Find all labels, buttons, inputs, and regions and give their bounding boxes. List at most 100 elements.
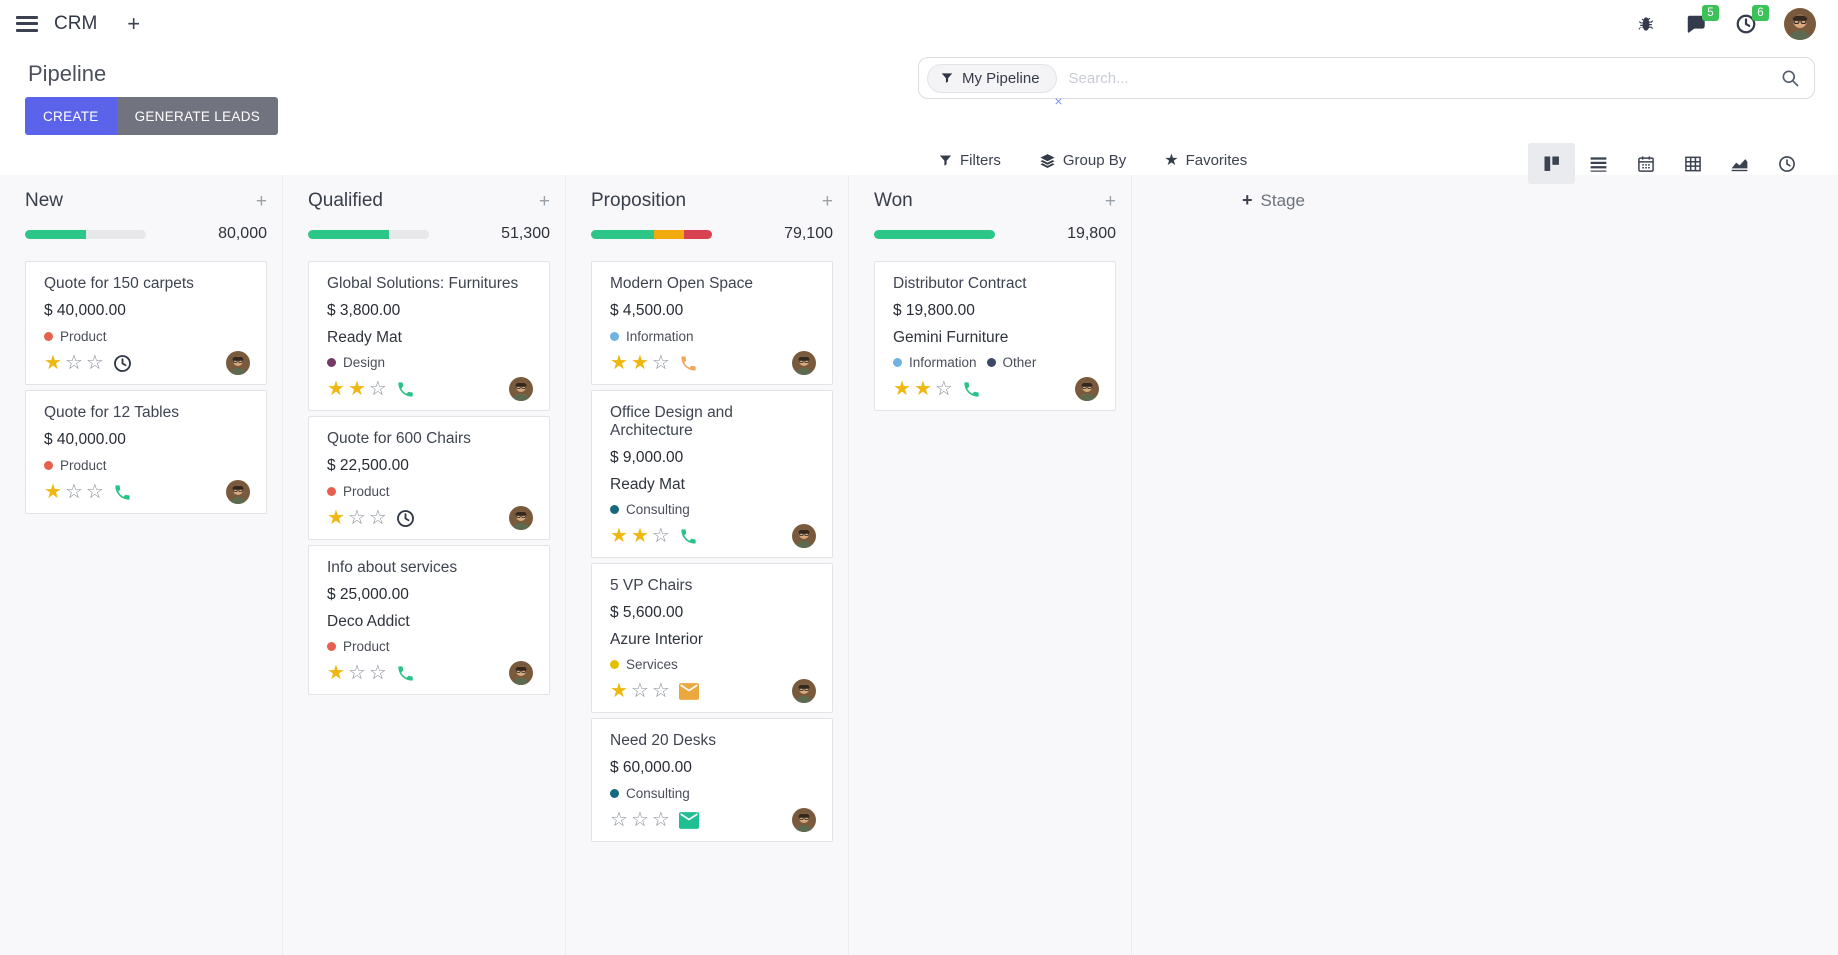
activities-clock-icon[interactable]: 6 (1734, 12, 1758, 36)
card-priority-stars[interactable]: ★☆☆ (327, 508, 387, 528)
star-empty-icon[interactable]: ☆ (369, 663, 387, 683)
column-add-icon[interactable]: + (539, 192, 550, 211)
kanban-card[interactable]: Distributor Contract $ 19,800.00 Gemini … (874, 261, 1116, 411)
star-filled-icon[interactable]: ★ (631, 526, 649, 546)
progress-segment[interactable] (389, 230, 429, 239)
progress-segment[interactable] (591, 230, 654, 239)
star-filled-icon[interactable]: ★ (610, 681, 628, 701)
view-graph-button[interactable] (1716, 143, 1763, 184)
star-filled-icon[interactable]: ★ (327, 379, 345, 399)
star-filled-icon[interactable]: ★ (631, 353, 649, 373)
phone-icon[interactable] (962, 380, 981, 399)
star-filled-icon[interactable]: ★ (44, 482, 62, 502)
phone-icon[interactable] (113, 483, 132, 502)
envelope-icon[interactable] (679, 683, 699, 700)
app-name[interactable]: CRM (54, 13, 97, 35)
add-stage-button[interactable]: +Stage (1242, 190, 1305, 211)
search-bar[interactable]: My Pipeline × (918, 57, 1815, 99)
progress-segment[interactable] (25, 230, 86, 239)
column-add-icon[interactable]: + (822, 192, 833, 211)
search-icon[interactable] (1780, 68, 1800, 88)
star-empty-icon[interactable]: ☆ (369, 379, 387, 399)
card-priority-stars[interactable]: ★☆☆ (44, 482, 104, 502)
column-progressbar[interactable] (591, 230, 712, 239)
search-input[interactable] (1069, 70, 1780, 87)
envelope-icon[interactable] (679, 812, 699, 829)
kanban-card[interactable]: Info about services $ 25,000.00 Deco Add… (308, 545, 550, 695)
star-filled-icon[interactable]: ★ (893, 379, 911, 399)
debug-bug-icon[interactable] (1634, 12, 1658, 36)
kanban-card[interactable]: Global Solutions: Furnitures $ 3,800.00 … (308, 261, 550, 411)
star-filled-icon[interactable]: ★ (348, 379, 366, 399)
star-empty-icon[interactable]: ☆ (610, 810, 628, 830)
view-list-button[interactable] (1575, 143, 1622, 184)
star-empty-icon[interactable]: ☆ (348, 663, 366, 683)
create-button[interactable]: CREATE (25, 97, 117, 135)
kanban-card[interactable]: Quote for 150 carpets $ 40,000.00 Produc… (25, 261, 267, 385)
column-progressbar[interactable] (874, 230, 995, 239)
view-kanban-button[interactable] (1528, 143, 1575, 184)
star-empty-icon[interactable]: ☆ (86, 482, 104, 502)
filters-menu[interactable]: Filters (938, 152, 1001, 169)
star-empty-icon[interactable]: ☆ (652, 353, 670, 373)
column-progressbar[interactable] (25, 230, 146, 239)
messages-icon[interactable]: 5 (1684, 12, 1708, 36)
card-priority-stars[interactable]: ★☆☆ (610, 681, 670, 701)
column-add-icon[interactable]: + (256, 192, 267, 211)
card-priority-stars[interactable]: ★☆☆ (327, 663, 387, 683)
activity-clock-icon[interactable] (113, 354, 132, 373)
group-by-menu[interactable]: Group By (1039, 152, 1126, 169)
column-add-icon[interactable]: + (1105, 192, 1116, 211)
star-empty-icon[interactable]: ☆ (348, 508, 366, 528)
progress-segment[interactable] (308, 230, 389, 239)
star-empty-icon[interactable]: ☆ (65, 353, 83, 373)
view-pivot-button[interactable] (1669, 143, 1716, 184)
star-filled-icon[interactable]: ★ (327, 663, 345, 683)
star-empty-icon[interactable]: ☆ (631, 681, 649, 701)
card-priority-stars[interactable]: ★★☆ (327, 379, 387, 399)
favorites-menu[interactable]: ★ Favorites (1164, 150, 1247, 170)
phone-icon[interactable] (679, 527, 698, 546)
activity-clock-icon[interactable] (396, 509, 415, 528)
progress-segment[interactable] (684, 230, 712, 239)
star-empty-icon[interactable]: ☆ (652, 681, 670, 701)
card-priority-stars[interactable]: ★★☆ (610, 526, 670, 546)
view-calendar-button[interactable] (1622, 143, 1669, 184)
star-filled-icon[interactable]: ★ (610, 353, 628, 373)
view-activity-button[interactable] (1763, 143, 1810, 184)
star-filled-icon[interactable]: ★ (44, 353, 62, 373)
star-empty-icon[interactable]: ☆ (631, 810, 649, 830)
add-icon[interactable]: + (127, 13, 140, 35)
kanban-card[interactable]: Office Design and Architecture $ 9,000.0… (591, 390, 833, 558)
generate-leads-button[interactable]: GENERATE LEADS (117, 97, 278, 135)
progress-segment[interactable] (86, 230, 147, 239)
star-empty-icon[interactable]: ☆ (652, 810, 670, 830)
star-empty-icon[interactable]: ☆ (65, 482, 83, 502)
facet-remove-icon[interactable]: × (1054, 93, 1062, 109)
star-filled-icon[interactable]: ★ (914, 379, 932, 399)
user-avatar[interactable] (1784, 8, 1816, 40)
card-priority-stars[interactable]: ★☆☆ (44, 353, 104, 373)
kanban-card[interactable]: Quote for 600 Chairs $ 22,500.00 Product… (308, 416, 550, 540)
star-filled-icon[interactable]: ★ (610, 526, 628, 546)
star-empty-icon[interactable]: ☆ (935, 379, 953, 399)
kanban-card[interactable]: Need 20 Desks $ 60,000.00 Consulting ☆☆☆ (591, 718, 833, 842)
phone-icon[interactable] (396, 380, 415, 399)
progress-segment[interactable] (654, 230, 684, 239)
star-filled-icon[interactable]: ★ (327, 508, 345, 528)
kanban-card[interactable]: Quote for 12 Tables $ 40,000.00 Product … (25, 390, 267, 514)
phone-icon[interactable] (679, 354, 698, 373)
phone-icon[interactable] (396, 664, 415, 683)
apps-menu-icon[interactable] (16, 16, 38, 32)
star-empty-icon[interactable]: ☆ (86, 353, 104, 373)
kanban-card[interactable]: 5 VP Chairs $ 5,600.00 Azure Interior Se… (591, 563, 833, 713)
star-empty-icon[interactable]: ☆ (652, 526, 670, 546)
kanban-card[interactable]: Modern Open Space $ 4,500.00 Information… (591, 261, 833, 385)
card-priority-stars[interactable]: ★★☆ (893, 379, 953, 399)
search-facet-my-pipeline[interactable]: My Pipeline (927, 64, 1057, 93)
card-priority-stars[interactable]: ★★☆ (610, 353, 670, 373)
progress-segment[interactable] (874, 230, 995, 239)
card-priority-stars[interactable]: ☆☆☆ (610, 810, 670, 830)
star-empty-icon[interactable]: ☆ (369, 508, 387, 528)
column-progressbar[interactable] (308, 230, 429, 239)
